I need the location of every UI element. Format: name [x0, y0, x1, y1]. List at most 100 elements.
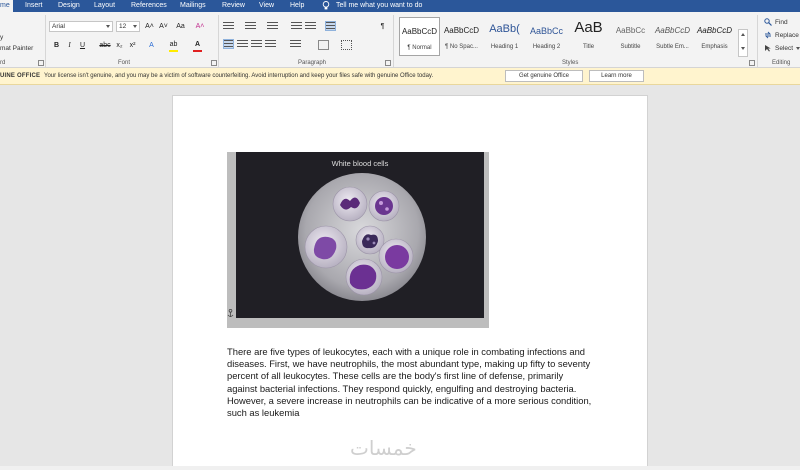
cursor-icon: [765, 45, 771, 52]
style-heading-1[interactable]: AaBb( Heading 1: [484, 17, 525, 56]
editing-group-label: Editing: [772, 60, 791, 66]
search-icon: [764, 18, 772, 26]
line-spacing-icon[interactable]: [290, 40, 301, 50]
style-title[interactable]: AaB Title: [568, 17, 609, 56]
multilevel-list-icon[interactable]: [267, 22, 278, 32]
watermark-logo: خمسات: [350, 436, 417, 460]
shrink-font-button[interactable]: A˅: [157, 21, 170, 32]
text-line: against bacterial infections. They respo…: [227, 382, 577, 394]
tab-insert[interactable]: Insert: [25, 2, 43, 9]
bold-button[interactable]: B: [51, 40, 62, 51]
replace-button[interactable]: Replace: [764, 31, 799, 39]
anchor-icon[interactable]: [227, 309, 234, 318]
group-divider: [45, 15, 46, 67]
learn-more-button[interactable]: Learn more: [589, 70, 644, 82]
font-size-value: 12: [119, 23, 127, 30]
body-paragraph[interactable]: There are five types of leukocytes, each…: [227, 346, 597, 419]
tab-view[interactable]: View: [259, 2, 274, 9]
clipboard-launcher-icon[interactable]: [38, 60, 44, 66]
style-normal[interactable]: AaBbCcD ¶ Normal: [399, 17, 440, 56]
ribbon: y mat Painter rd Arial 12 A˄ A˅ Aa A˄ B …: [0, 12, 800, 68]
style-heading-2[interactable]: AaBbCc Heading 2: [526, 17, 567, 56]
select-button[interactable]: Select: [764, 44, 800, 52]
style-no-spacing[interactable]: AaBbCcD ¶ No Spac...: [441, 17, 482, 56]
find-label: Find: [775, 18, 788, 26]
font-color-button[interactable]: A: [192, 39, 203, 50]
tab-review[interactable]: Review: [222, 2, 245, 9]
find-button[interactable]: Find: [764, 18, 788, 26]
paragraph-launcher-icon[interactable]: [385, 60, 391, 66]
chevron-down-icon: [796, 46, 800, 50]
align-right-icon[interactable]: [251, 40, 262, 50]
style-subtitle[interactable]: AaBbCc Subtitle: [610, 17, 651, 56]
tab-references[interactable]: References: [131, 2, 167, 9]
chevron-down-icon: [133, 25, 137, 28]
style-sample: AaBbCcD: [696, 26, 733, 35]
style-sample: AaBb(: [489, 23, 520, 35]
document-page[interactable]: White blood cells There are five types o…: [172, 95, 648, 470]
increase-indent-icon[interactable]: [305, 22, 316, 32]
align-center-icon[interactable]: [237, 40, 248, 50]
bullets-icon[interactable]: [223, 22, 234, 32]
style-name: Subtitle: [620, 44, 641, 50]
format-painter-button[interactable]: mat Painter: [0, 45, 33, 52]
sort-icon[interactable]: [325, 21, 336, 31]
shading-icon[interactable]: [318, 40, 329, 50]
clear-formatting-icon[interactable]: A˄: [193, 21, 207, 32]
text-line: such as leukemia: [227, 407, 300, 419]
style-sample: AaBbCcD: [443, 26, 480, 35]
white-blood-cells-illustration: [298, 173, 426, 301]
show-formatting-button[interactable]: ¶: [377, 21, 388, 32]
styles-more-button[interactable]: [738, 29, 748, 57]
tab-mailings[interactable]: Mailings: [180, 2, 206, 9]
tab-help[interactable]: Help: [290, 2, 304, 9]
style-name: Subtle Em...: [656, 44, 689, 50]
borders-icon[interactable]: [341, 40, 352, 50]
tell-me-box[interactable]: Tell me what you want to do: [322, 1, 422, 10]
replace-label: Replace: [775, 31, 799, 39]
style-subtle-emphasis[interactable]: AaBbCcD Subtle Em...: [652, 17, 693, 56]
font-size-combo[interactable]: 12: [116, 21, 140, 32]
style-name: Title: [582, 44, 595, 50]
justify-icon[interactable]: [265, 40, 276, 50]
replace-icon: [764, 31, 772, 39]
font-name-value: Arial: [52, 23, 66, 30]
genuine-office-title: UINE OFFICE: [0, 73, 41, 79]
group-divider: [218, 15, 219, 67]
change-case-button[interactable]: Aa: [173, 21, 188, 32]
style-emphasis[interactable]: AaBbCcD Emphasis: [694, 17, 735, 56]
font-name-combo[interactable]: Arial: [49, 21, 113, 32]
style-name: Emphasis: [701, 44, 728, 50]
text-line: There are five types of leukocytes, each…: [227, 346, 586, 357]
align-left-icon[interactable]: [223, 39, 234, 49]
genuine-office-bar: UINE OFFICE Your license isn't genuine, …: [0, 68, 800, 85]
tab-home[interactable]: me: [0, 0, 13, 12]
decrease-indent-icon[interactable]: [291, 22, 302, 32]
get-genuine-office-button[interactable]: Get genuine Office: [505, 70, 583, 82]
group-divider: [757, 15, 758, 67]
style-sample: AaBbCcD: [654, 26, 691, 35]
strikethrough-button[interactable]: abc: [98, 40, 112, 51]
lightbulb-icon: [322, 1, 330, 10]
font-launcher-icon[interactable]: [211, 60, 217, 66]
copy-button[interactable]: y: [0, 34, 3, 41]
style-name: Heading 1: [490, 44, 519, 50]
tab-design[interactable]: Design: [58, 2, 80, 9]
styles-gallery: AaBbCcD ¶ Normal AaBbCcD ¶ No Spac... Aa…: [399, 17, 737, 56]
text-line: diseases. First, we have neutrophils, th…: [227, 358, 591, 370]
tab-layout[interactable]: Layout: [94, 2, 115, 9]
underline-button[interactable]: U: [77, 40, 88, 51]
grow-font-button[interactable]: A˄: [143, 21, 156, 32]
numbering-icon[interactable]: [245, 22, 256, 32]
superscript-button[interactable]: x²: [127, 40, 138, 51]
status-bar: [0, 466, 800, 470]
subscript-button[interactable]: x₂: [114, 40, 125, 51]
italic-button[interactable]: I: [64, 40, 75, 51]
highlight-button[interactable]: ab: [168, 39, 179, 50]
styles-launcher-icon[interactable]: [749, 60, 755, 66]
font-group-label: Font: [118, 60, 131, 66]
chevron-down-icon: [741, 47, 745, 50]
text-effects-button[interactable]: A: [146, 40, 157, 51]
inserted-image[interactable]: White blood cells: [227, 152, 489, 328]
genuine-office-message: Your license isn't genuine, and you may …: [44, 73, 434, 79]
